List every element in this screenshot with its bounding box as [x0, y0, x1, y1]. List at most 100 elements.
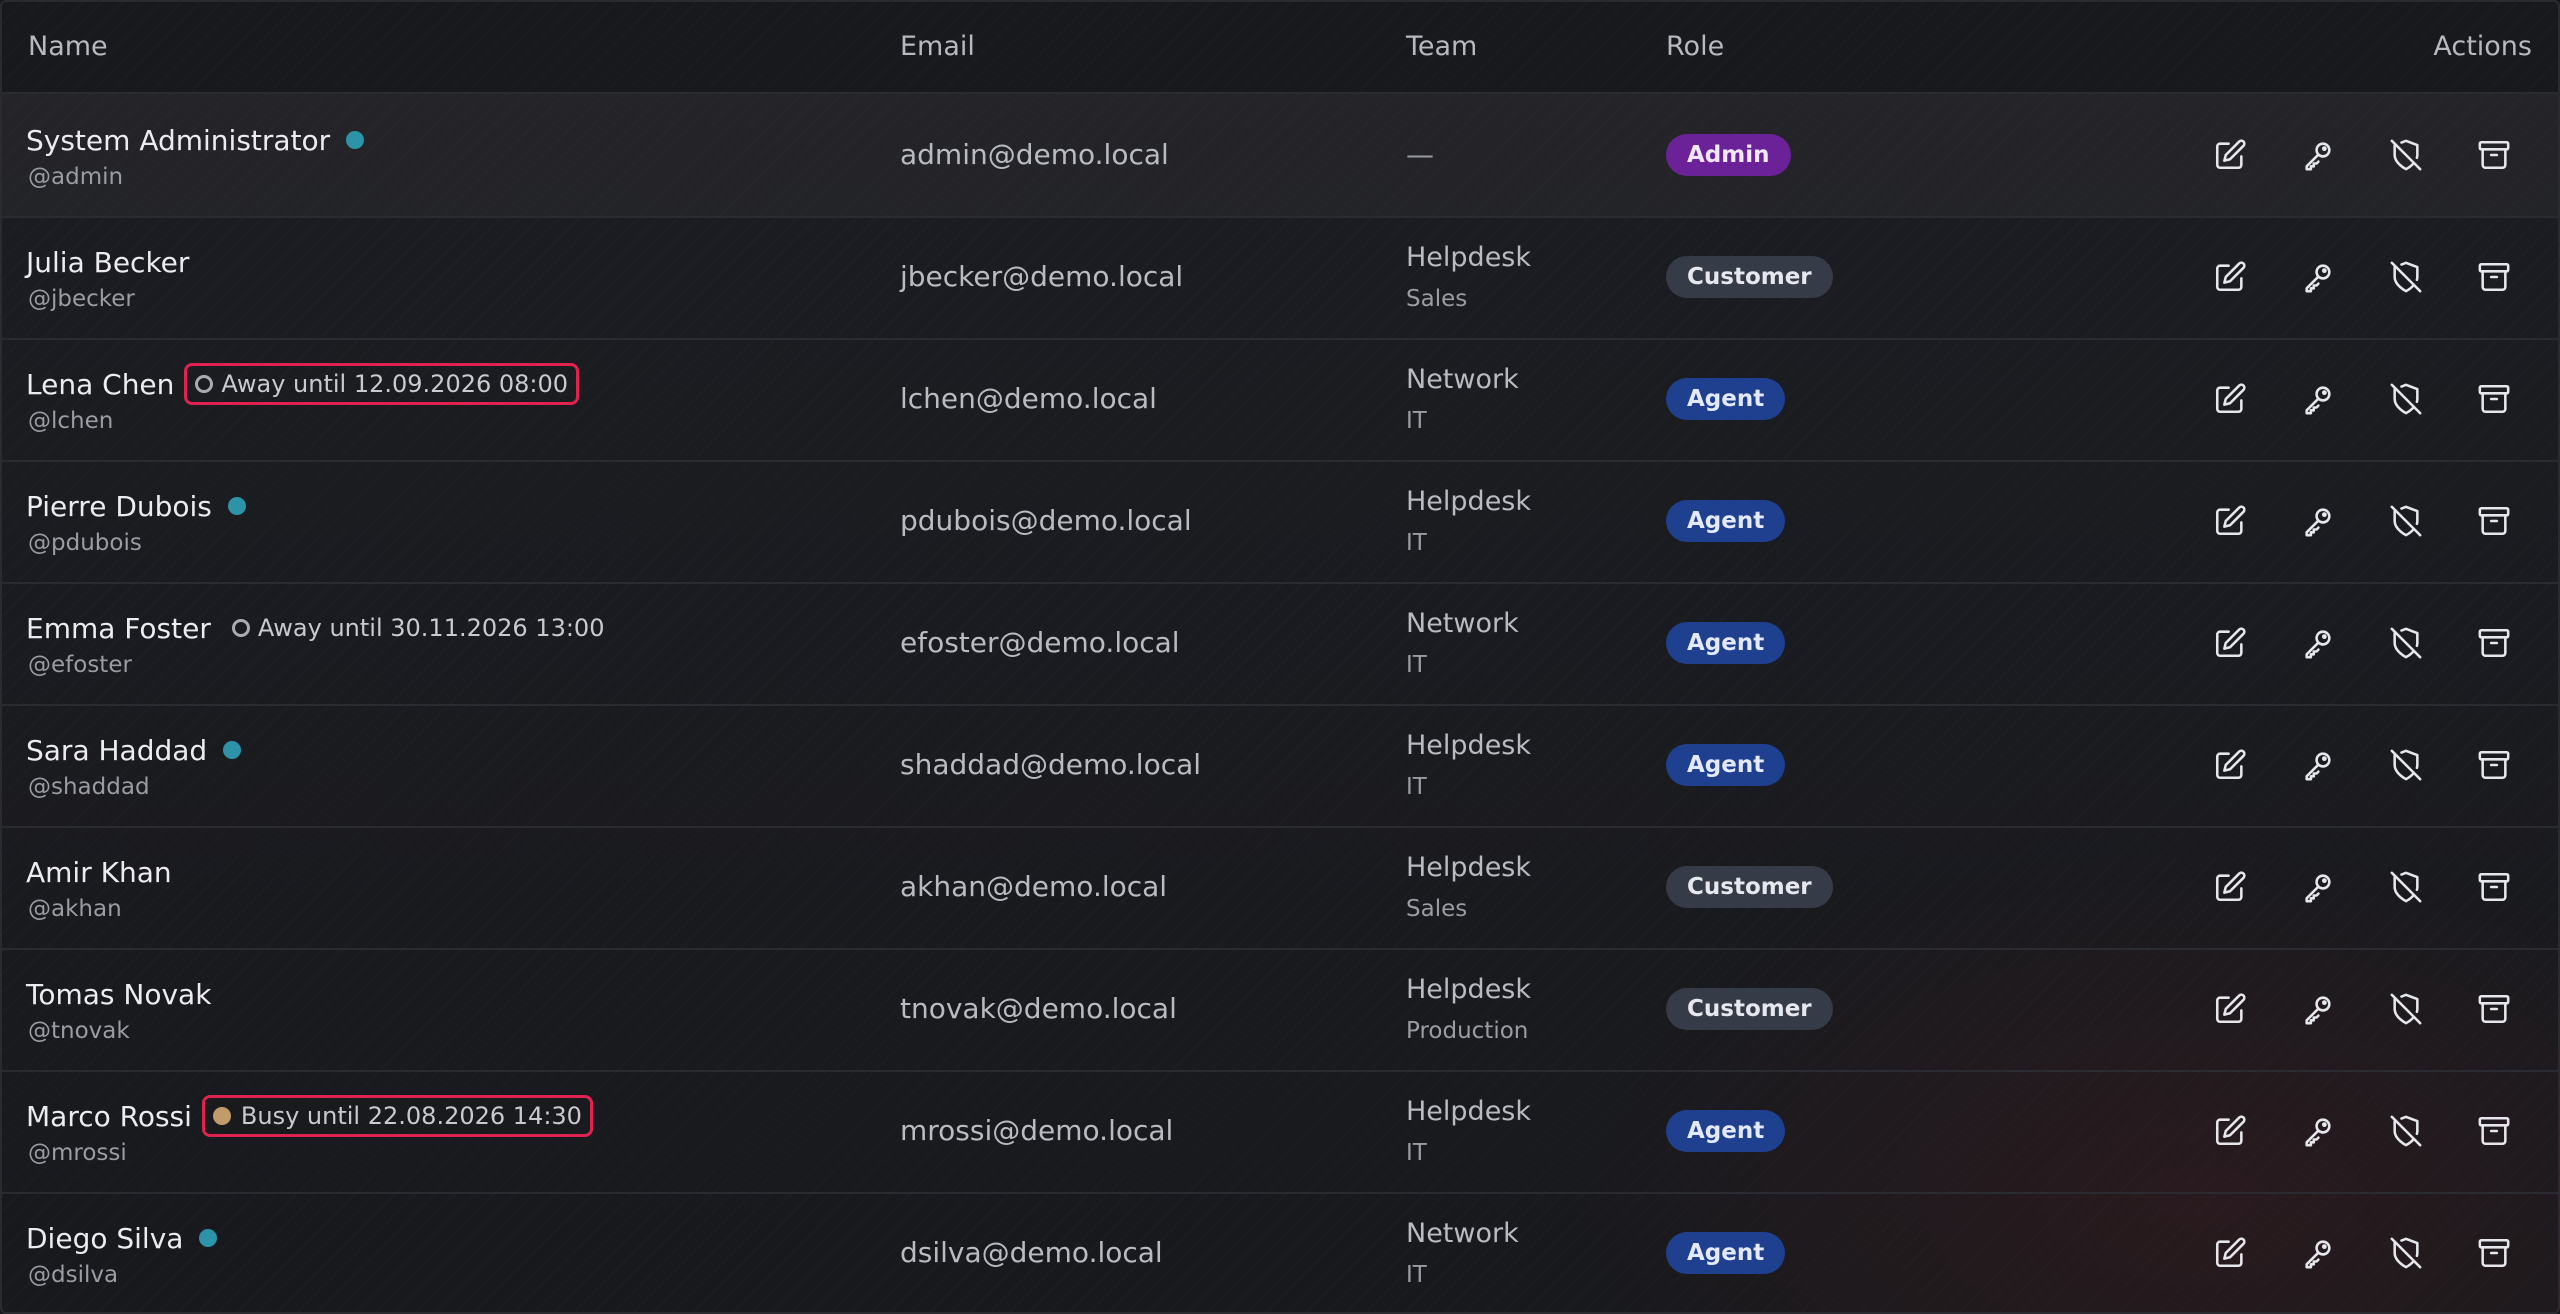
table-row[interactable]: Emma Foster Away until 30.11.2026 13:00 @e…	[2, 582, 2558, 706]
column-header-team[interactable]: Team	[1406, 30, 1477, 64]
column-header-email[interactable]: Email	[900, 30, 975, 64]
edit-user-button[interactable]	[2208, 501, 2252, 541]
table-row[interactable]: Julia Becker @jbecker jbecker@demo.local He…	[2, 216, 2558, 340]
archive-user-button[interactable]	[2472, 745, 2516, 785]
reset-password-button[interactable]	[2296, 867, 2340, 907]
user-handle: @pdubois	[28, 530, 142, 556]
archive-user-button[interactable]	[2472, 1111, 2516, 1151]
online-status-dot	[227, 497, 246, 515]
user-name: Amir Khan	[26, 855, 172, 889]
shield-off-icon	[2389, 992, 2423, 1026]
reset-password-button[interactable]	[2296, 745, 2340, 785]
edit-user-button[interactable]	[2208, 989, 2252, 1029]
reset-password-button[interactable]	[2296, 135, 2340, 175]
archive-icon	[2477, 138, 2511, 172]
edit-user-button[interactable]	[2208, 867, 2252, 907]
archive-user-button[interactable]	[2472, 1233, 2516, 1273]
user-email: pdubois@demo.local	[900, 504, 1192, 537]
edit-user-button[interactable]	[2208, 1233, 2252, 1273]
table-row[interactable]: Marco Rossi Busy until 22.08.2026 14:30 @m…	[2, 1070, 2558, 1194]
table-row[interactable]: Diego Silva @dsilva dsilva@demo.local Netwo…	[2, 1192, 2558, 1312]
user-department: IT	[1406, 530, 1427, 556]
reset-password-button[interactable]	[2296, 989, 2340, 1029]
role-badge: Agent	[1666, 1232, 1786, 1274]
revoke-access-button[interactable]	[2384, 989, 2428, 1029]
edit-icon	[2213, 870, 2247, 904]
user-name: Diego Silva	[26, 1221, 184, 1255]
table-row[interactable]: Sara Haddad @shaddad shaddad@demo.local Hel…	[2, 704, 2558, 828]
user-name: Pierre Dubois	[26, 489, 212, 523]
user-team: Helpdesk	[1406, 852, 1532, 883]
edit-user-button[interactable]	[2208, 745, 2252, 785]
row-actions	[2208, 501, 2516, 541]
name-line: Diego Silva	[26, 1218, 218, 1258]
revoke-access-button[interactable]	[2384, 135, 2428, 175]
archive-icon	[2477, 870, 2511, 904]
row-actions	[2208, 257, 2516, 297]
user-team: Helpdesk	[1406, 242, 1532, 273]
revoke-access-button[interactable]	[2384, 257, 2428, 297]
revoke-access-button[interactable]	[2384, 867, 2428, 907]
user-department: IT	[1406, 774, 1427, 800]
edit-user-button[interactable]	[2208, 257, 2252, 297]
edit-icon	[2213, 748, 2247, 782]
shield-off-icon	[2389, 382, 2423, 416]
revoke-access-button[interactable]	[2384, 501, 2428, 541]
edit-user-button[interactable]	[2208, 135, 2252, 175]
user-department: Production	[1406, 1018, 1529, 1044]
role-badge: Customer	[1666, 866, 1833, 908]
user-name: Tomas Novak	[26, 977, 212, 1011]
edit-user-button[interactable]	[2208, 1111, 2252, 1151]
user-team: Network	[1406, 608, 1519, 639]
archive-user-button[interactable]	[2472, 257, 2516, 297]
archive-icon	[2477, 260, 2511, 294]
archive-user-button[interactable]	[2472, 623, 2516, 663]
table-row[interactable]: Lena Chen Away until 12.09.2026 08:00 @lch…	[2, 338, 2558, 462]
reset-password-button[interactable]	[2296, 1111, 2340, 1151]
user-name: Marco Rossi	[26, 1099, 192, 1133]
revoke-access-button[interactable]	[2384, 379, 2428, 419]
archive-user-button[interactable]	[2472, 501, 2516, 541]
table-row[interactable]: Tomas Novak @tnovak tnovak@demo.local Helpd…	[2, 948, 2558, 1072]
table-row[interactable]: System Administrator @admin admin@demo.loc…	[2, 94, 2558, 218]
column-header-name[interactable]: Name	[28, 30, 108, 64]
archive-user-button[interactable]	[2472, 379, 2516, 419]
reset-password-button[interactable]	[2296, 379, 2340, 419]
revoke-access-button[interactable]	[2384, 623, 2428, 663]
shield-off-icon	[2389, 626, 2423, 660]
reset-password-button[interactable]	[2296, 257, 2340, 297]
row-actions	[2208, 623, 2516, 663]
revoke-access-button[interactable]	[2384, 1233, 2428, 1273]
table-row[interactable]: Pierre Dubois @pdubois pdubois@demo.local H…	[2, 460, 2558, 584]
user-handle: @shaddad	[28, 774, 150, 800]
reset-password-button[interactable]	[2296, 1233, 2340, 1273]
reset-password-button[interactable]	[2296, 501, 2340, 541]
user-email: efoster@demo.local	[900, 626, 1180, 659]
archive-user-button[interactable]	[2472, 135, 2516, 175]
user-department: Sales	[1406, 896, 1468, 922]
reset-password-button[interactable]	[2296, 623, 2340, 663]
shield-off-icon	[2389, 138, 2423, 172]
archive-user-button[interactable]	[2472, 867, 2516, 907]
key-icon	[2301, 1236, 2335, 1270]
edit-user-button[interactable]	[2208, 623, 2252, 663]
row-actions	[2208, 135, 2516, 175]
row-actions	[2208, 989, 2516, 1029]
edit-icon	[2213, 1236, 2247, 1270]
table-row[interactable]: Amir Khan @akhan akhan@demo.local Helpdesk S…	[2, 826, 2558, 950]
archive-icon	[2477, 748, 2511, 782]
edit-user-button[interactable]	[2208, 379, 2252, 419]
archive-icon	[2477, 1236, 2511, 1270]
user-department: IT	[1406, 408, 1427, 434]
revoke-access-button[interactable]	[2384, 745, 2428, 785]
away-status: Away until 30.11.2026 13:00	[221, 607, 616, 649]
user-team: Helpdesk	[1406, 486, 1532, 517]
revoke-access-button[interactable]	[2384, 1111, 2428, 1151]
column-header-role[interactable]: Role	[1666, 30, 1724, 64]
name-line: Lena Chen Away until 12.09.2026 08:00	[26, 363, 580, 405]
online-status-dot	[223, 741, 242, 759]
name-line: Julia Becker	[26, 242, 189, 282]
busy-status-dot	[212, 1107, 231, 1125]
archive-user-button[interactable]	[2472, 989, 2516, 1029]
archive-icon	[2477, 1114, 2511, 1148]
